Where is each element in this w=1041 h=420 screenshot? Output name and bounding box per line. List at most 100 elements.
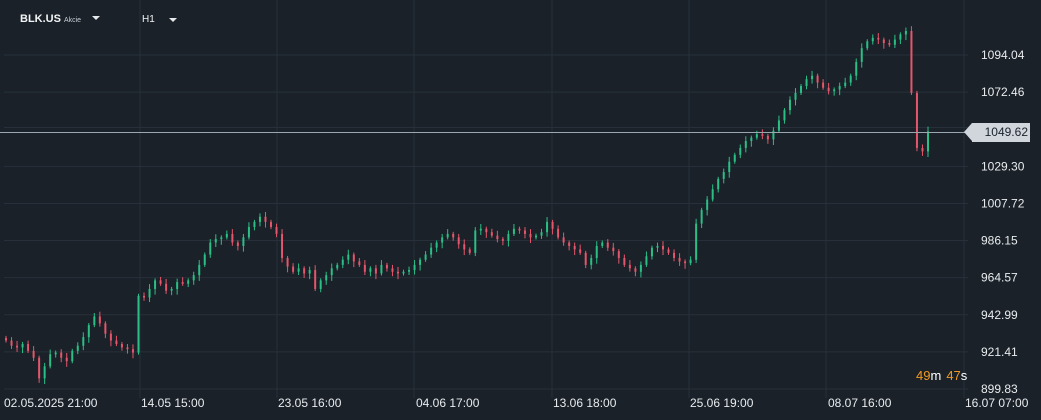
candle-body [391, 268, 394, 272]
candle-body [236, 242, 239, 246]
candle-body [308, 270, 311, 274]
candle-body [794, 92, 797, 100]
candle-body [788, 99, 791, 111]
candle [910, 26, 913, 95]
candle [231, 229, 234, 246]
candle [143, 292, 146, 301]
candle-body [198, 264, 201, 276]
candle-body [292, 266, 295, 272]
candle [258, 213, 261, 227]
x-tick-label: 23.05 16:00 [278, 396, 342, 410]
candle [656, 242, 659, 253]
symbol-selector[interactable]: BLK.US Akcie [20, 13, 101, 25]
candle [391, 264, 394, 277]
candle-body [717, 178, 720, 190]
candle-body [176, 282, 179, 289]
candle [661, 241, 664, 256]
timeframe-selector[interactable]: H1 [142, 14, 177, 25]
candle [899, 32, 902, 45]
timeframe-label: H1 [142, 14, 155, 25]
candle [165, 278, 168, 294]
candle [82, 332, 85, 351]
candle-body [639, 264, 642, 272]
candle [419, 257, 422, 271]
candle-body [330, 268, 333, 276]
candle [71, 348, 74, 364]
candle-body [535, 235, 538, 238]
y-tick-label: 1072.46 [981, 85, 1025, 99]
candle [579, 244, 582, 255]
candle-body [877, 37, 880, 40]
candle-body [363, 264, 366, 272]
candle-body [76, 345, 79, 351]
instrument-type: Akcie [63, 17, 82, 24]
candle-body [551, 221, 554, 229]
candle-body [490, 232, 493, 236]
candle-body [512, 228, 515, 234]
candle-body [192, 275, 195, 281]
candle-body [485, 228, 488, 233]
candle [750, 135, 753, 147]
candle-body [413, 264, 416, 271]
candle-body [32, 350, 35, 358]
candle [236, 240, 239, 251]
candle-body [165, 283, 168, 291]
candle-body [419, 259, 422, 265]
candle [518, 226, 521, 234]
candle [187, 278, 190, 288]
candle [104, 321, 107, 339]
price-chart[interactable]: 1094.04 1072.46 1029.30 1007.72 986.15 964.57… [0, 0, 1041, 420]
candle-body [369, 268, 372, 272]
candle-body [209, 242, 212, 255]
candle-body [921, 147, 924, 152]
candle [430, 242, 433, 258]
candle [253, 219, 256, 231]
time-axis: 02.05.2025 21:00 14.05 15:00 23.05 16:00 04… [4, 396, 1029, 410]
candle [452, 231, 455, 241]
candle-body [678, 258, 681, 262]
candle-body [915, 92, 918, 148]
candle-body [314, 270, 317, 289]
candle-body [579, 249, 582, 253]
candle [871, 34, 874, 45]
candle-body [258, 216, 261, 222]
candle [297, 263, 300, 276]
chevron-down-icon [92, 16, 101, 20]
candle-body [408, 270, 411, 272]
y-tick-label: 942.99 [981, 308, 1018, 322]
candle-body [131, 349, 134, 353]
candle-body [855, 61, 858, 76]
y-tick-label: 964.57 [981, 271, 1018, 285]
candle [849, 73, 852, 86]
candle [319, 278, 322, 293]
candle [347, 249, 350, 265]
candle-body [645, 256, 648, 265]
candle [303, 266, 306, 278]
candle-body [457, 237, 460, 245]
candle [192, 271, 195, 285]
candle [385, 262, 388, 272]
candle [292, 263, 295, 274]
candle-body [650, 247, 653, 257]
candle-body [623, 258, 626, 265]
candle-body [143, 295, 146, 298]
candle-body [628, 264, 631, 269]
candle-body [557, 228, 560, 238]
candle-body [137, 295, 140, 353]
candle [800, 83, 803, 95]
candle-body [16, 345, 19, 348]
candle-body [430, 247, 433, 255]
candle-body [325, 275, 328, 281]
y-tick-label: 1094.04 [981, 48, 1025, 62]
candle [728, 156, 731, 178]
candle [10, 337, 13, 349]
candle-body [584, 252, 587, 265]
candle [717, 176, 720, 193]
candle [369, 266, 372, 277]
candle [242, 233, 245, 252]
candle [915, 90, 918, 152]
candle-body [242, 237, 245, 246]
candle-body [546, 221, 549, 233]
candle [893, 34, 896, 49]
candle-body [446, 233, 449, 238]
